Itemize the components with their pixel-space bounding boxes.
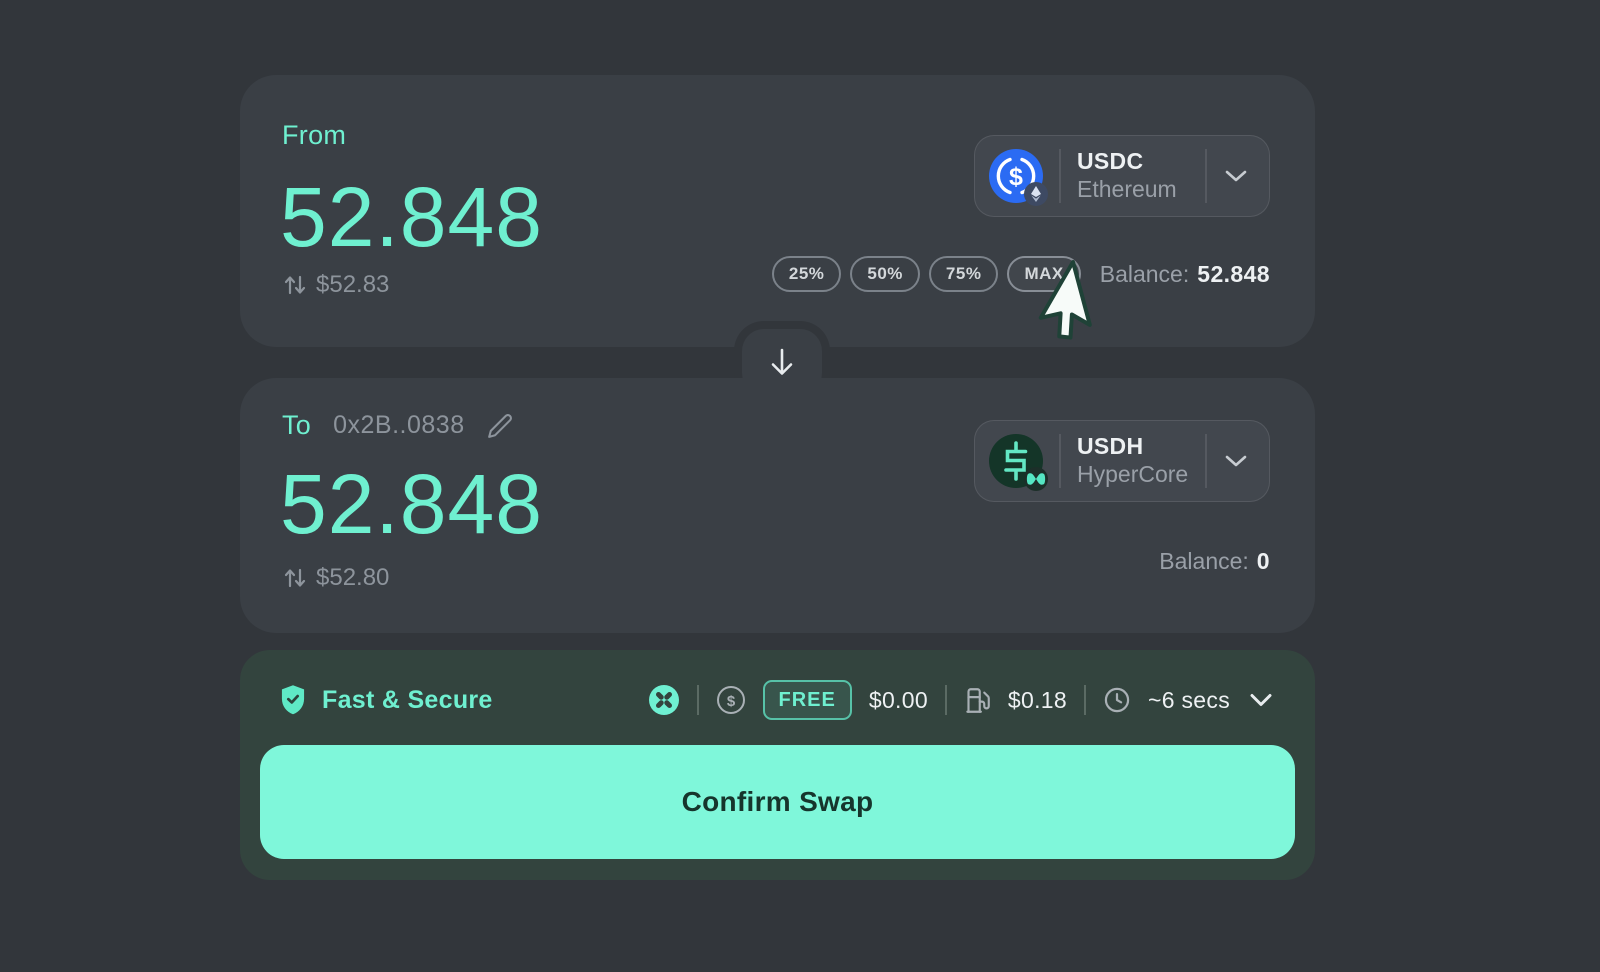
chevron-down-icon: [1223, 168, 1249, 184]
ethereum-network-badge: [1024, 182, 1048, 206]
percent-25-button[interactable]: 25%: [772, 256, 842, 292]
across-protocol-icon: [648, 684, 680, 716]
usdh-token-icon: [989, 434, 1043, 488]
to-fiat-row: $52.80: [282, 564, 389, 592]
token-selector-divider: [1205, 434, 1207, 488]
from-amount-input[interactable]: 52.848: [280, 175, 543, 259]
svg-text:$: $: [1009, 163, 1023, 191]
security-label: Fast & Secure: [322, 686, 493, 715]
gas-value: $0.18: [1008, 687, 1067, 714]
percent-max-button[interactable]: MAX: [1007, 256, 1080, 292]
from-balance-label: Balance:: [1100, 261, 1190, 288]
from-token-selector[interactable]: $ USDC Ethereum: [974, 135, 1270, 217]
hypercore-network-badge: [1024, 467, 1048, 491]
expand-details-button[interactable]: [1247, 691, 1275, 709]
to-card: To 0x2B..0838 52.848 $52.80: [240, 378, 1315, 633]
summary-divider: [945, 685, 947, 715]
percent-row: 25% 50% 75% MAX Balance: 52.848: [772, 256, 1270, 292]
clock-icon: [1103, 686, 1131, 714]
swap-summary-panel: Fast & Secure $ FREE $0.00: [240, 650, 1315, 880]
summary-divider: [1084, 685, 1086, 715]
arrow-down-icon: [767, 346, 797, 378]
percent-50-button[interactable]: 50%: [850, 256, 920, 292]
pencil-icon: [487, 413, 513, 439]
from-label: From: [282, 120, 346, 151]
chevron-down-icon: [1247, 691, 1275, 709]
summary-details: $ FREE $0.00 $0.18: [648, 680, 1275, 720]
eta-value: ~6 secs: [1148, 687, 1230, 714]
from-fiat-value: $52.83: [316, 271, 389, 299]
swap-vertical-icon: [282, 565, 308, 591]
from-card: From 52.848 $52.83 $: [240, 75, 1315, 347]
recipient-address: 0x2B..0838: [333, 411, 465, 440]
to-amount-value: 52.848: [280, 462, 543, 546]
to-balance-value: 0: [1257, 548, 1270, 575]
svg-text:$: $: [726, 693, 735, 710]
dollar-circle-icon: $: [716, 685, 746, 715]
from-balance: Balance: 52.848: [1100, 261, 1270, 288]
summary-row: Fast & Secure $ FREE $0.00: [278, 674, 1275, 726]
from-fiat-row: $52.83: [282, 271, 389, 299]
to-balance: Balance: 0: [1159, 548, 1270, 575]
from-token-network: Ethereum: [1077, 176, 1177, 204]
to-balance-label: Balance:: [1159, 548, 1249, 575]
fee-value: $0.00: [869, 687, 928, 714]
confirm-swap-button[interactable]: Confirm Swap: [260, 745, 1295, 859]
token-selector-divider: [1059, 434, 1061, 488]
chevron-down-icon: [1223, 453, 1249, 469]
gas-pump-icon: [964, 687, 991, 714]
free-fee-badge: FREE: [763, 680, 852, 720]
from-balance-value: 52.848: [1197, 261, 1270, 288]
security-status: Fast & Secure: [278, 684, 493, 716]
token-selector-divider: [1059, 149, 1061, 203]
to-token-network: HyperCore: [1077, 461, 1188, 489]
to-label: To: [282, 410, 311, 441]
edit-recipient-button[interactable]: [487, 413, 513, 439]
to-token-selector[interactable]: USDH HyperCore: [974, 420, 1270, 502]
percent-75-button[interactable]: 75%: [929, 256, 999, 292]
to-token-symbol: USDH: [1077, 433, 1143, 461]
to-fiat-value: $52.80: [316, 564, 389, 592]
swap-vertical-icon: [282, 272, 308, 298]
usdc-token-icon: $: [989, 149, 1043, 203]
token-selector-divider: [1205, 149, 1207, 203]
shield-check-icon: [278, 684, 308, 716]
summary-divider: [697, 685, 699, 715]
from-token-symbol: USDC: [1077, 148, 1143, 176]
